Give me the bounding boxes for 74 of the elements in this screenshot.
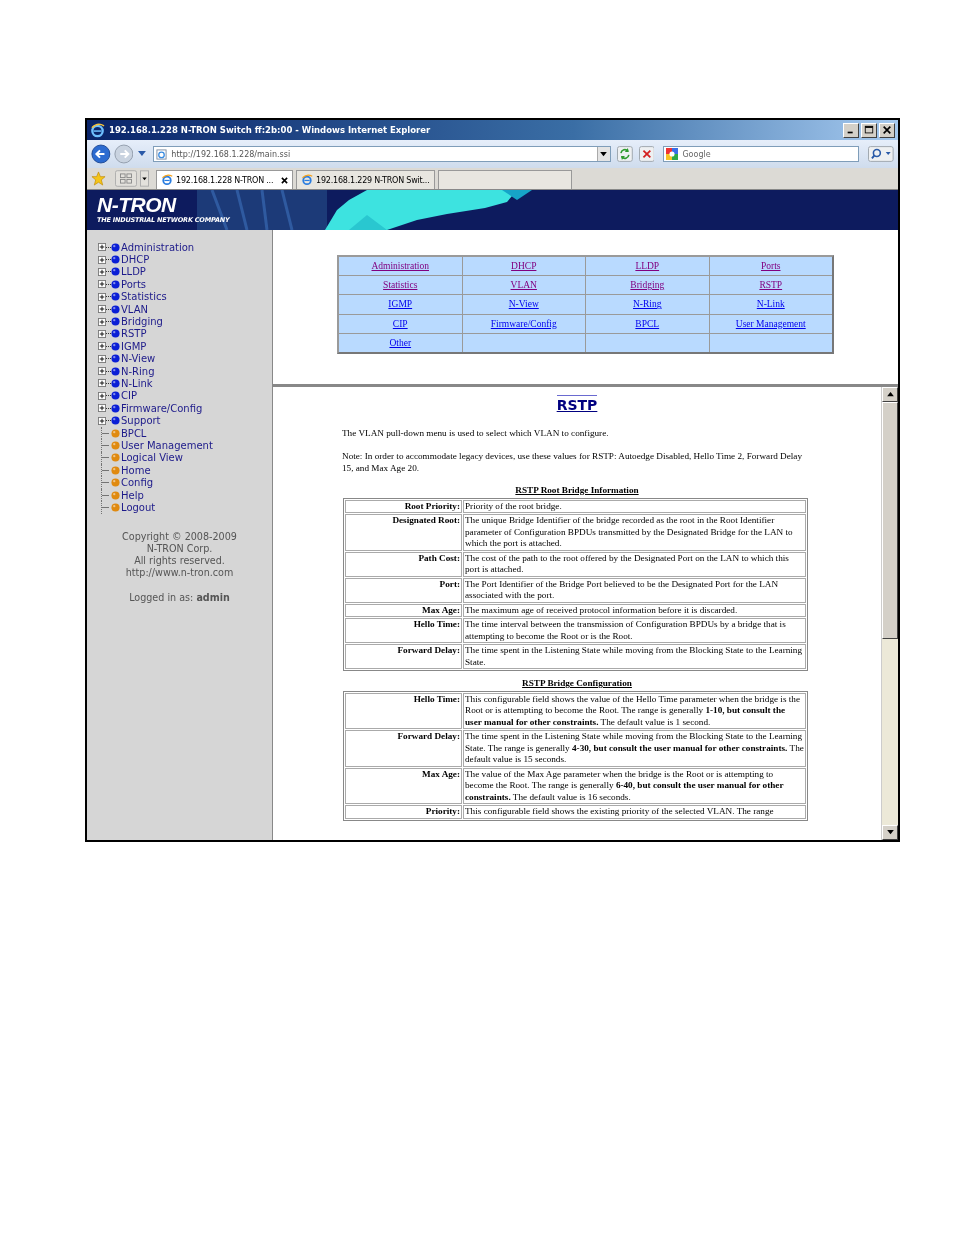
sidebar-link[interactable]: LLDP bbox=[121, 266, 146, 278]
field-label: Forward Delay: bbox=[345, 730, 462, 767]
nav-link[interactable]: N-Ring bbox=[633, 299, 662, 310]
sidebar-link[interactable]: RSTP bbox=[121, 328, 147, 340]
copyright-text: All rights reserved. bbox=[134, 555, 225, 568]
field-description: This configurable field shows the value of the Hello Time parameter when the bridge is the Root or is attempting to become the Root. The range is generally 1-10, but consult the user manual for other constraints. The default value is 1 second. bbox=[463, 692, 806, 729]
intro-text: The VLAN pull-down menu is used to select which VLAN to configure. bbox=[342, 427, 610, 439]
sidebar-link[interactable]: VLAN bbox=[121, 303, 148, 315]
sidebar-link[interactable]: User Management bbox=[121, 439, 213, 451]
table-title: RSTP Bridge Configuration bbox=[522, 678, 632, 688]
sidebar-link[interactable]: Ports bbox=[121, 278, 147, 290]
field-label: Hello Time: bbox=[345, 618, 462, 643]
sidebar-link[interactable]: BPCL bbox=[121, 427, 147, 439]
search-field[interactable]: Google bbox=[663, 146, 860, 162]
note-text: Note: In order to accommodate legacy devices, use these values for RSTP: Autoedge Disabled, Hello Time 2, Forward Delay 15, and Max Age 20. bbox=[342, 451, 804, 474]
nav-link[interactable]: BPCL bbox=[635, 318, 660, 329]
nav-link[interactable]: Ports bbox=[760, 261, 781, 272]
field-label: Priority: bbox=[345, 805, 462, 819]
sidebar-link[interactable]: N-Ring bbox=[121, 365, 155, 377]
browser-tab[interactable]: 192.168.1.228 N-TRON ... bbox=[156, 170, 293, 189]
nav-link[interactable]: N-View bbox=[508, 299, 539, 310]
nav-link[interactable]: RSTP bbox=[759, 280, 783, 291]
field-description: The maximum age of received protocol information before it is discarded. bbox=[463, 603, 806, 617]
copyright-text: Copyright © 2008-2009 bbox=[122, 530, 237, 543]
field-description: The time spent in the Listening State while moving from the Blocking State to the Learning State. bbox=[463, 644, 806, 669]
sidebar-link[interactable]: Home bbox=[121, 464, 151, 476]
sidebar-link[interactable]: Statistics bbox=[121, 291, 167, 303]
field-description: The value of the Max Age parameter when the bridge is the Root or is attempting to become the Root. The range is generally 6-40, but consult the user manual for other constraints. The default value is 16 seconds. bbox=[463, 767, 806, 804]
sidebar-link[interactable]: Logical View bbox=[121, 452, 183, 464]
nav-link[interactable]: CIP bbox=[392, 318, 408, 329]
sidebar-link[interactable]: IGMP bbox=[121, 340, 147, 352]
field-description: This configurable field shows the existing priority of the selected VLAN. The range bbox=[463, 805, 806, 819]
nav-link[interactable]: VLAN bbox=[510, 280, 537, 291]
nav-link[interactable]: Other bbox=[389, 337, 412, 348]
login-status: Logged in as: admin bbox=[129, 591, 230, 605]
field-label: Max Age: bbox=[345, 603, 462, 617]
field-label: Port: bbox=[345, 577, 462, 603]
browser-tab[interactable]: 192.168.1.229 N-TRON Swit... bbox=[296, 170, 435, 189]
nav-link[interactable]: N-Link bbox=[756, 299, 785, 310]
page-heading: RSTP bbox=[556, 395, 598, 413]
field-label: Path Cost: bbox=[345, 551, 462, 577]
copyright-text: N-TRON Corp. bbox=[146, 542, 213, 556]
field-description: Priority of the root bridge. bbox=[463, 499, 806, 513]
field-description: The cost of the path to the root offered by the Designated Port on the LAN to which this port is attached. bbox=[463, 551, 806, 577]
sidebar-link[interactable]: N-View bbox=[121, 353, 156, 365]
field-label: Hello Time: bbox=[345, 692, 462, 729]
sidebar-link[interactable]: Bridging bbox=[121, 316, 163, 328]
sidebar-link[interactable]: CIP bbox=[121, 390, 137, 402]
field-description: The unique Bridge Identifier of the bridge recorded as the root in the Root Identifier parameter of Configuration BPDUs transmitted by the Designated Bridge for the LAN to which the port is attached. bbox=[463, 514, 806, 551]
field-label: Root Priority: bbox=[345, 499, 462, 513]
nav-link[interactable]: Statistics bbox=[383, 280, 418, 291]
sidebar-link[interactable]: DHCP bbox=[121, 254, 150, 266]
field-label: Designated Root: bbox=[345, 514, 462, 551]
sidebar-link[interactable]: Help bbox=[121, 489, 144, 501]
sidebar-link[interactable]: N-Link bbox=[121, 378, 153, 389]
copyright-text: http://www.n-tron.com bbox=[125, 567, 234, 580]
field-label: Forward Delay: bbox=[345, 644, 462, 669]
nav-link[interactable]: Bridging bbox=[630, 280, 665, 291]
window-title: 192.168.1.228 N-TRON Switch ff:2b:00 - Windows Internet Explorer bbox=[109, 125, 432, 135]
sidebar-link[interactable]: Support bbox=[121, 415, 161, 427]
nav-link[interactable]: DHCP bbox=[511, 261, 537, 272]
field-description: The time spent in the Listening State while moving from the Blocking State to the Learning State. The range is generally 4-30, but consult the user manual for other constraints. The default value is 15 seconds. bbox=[463, 730, 806, 767]
sidebar-link[interactable]: Config bbox=[121, 477, 154, 489]
sidebar-link[interactable]: Administration bbox=[121, 241, 195, 253]
field-label: Max Age: bbox=[345, 767, 462, 804]
address-field[interactable]: http://192.168.1.228/main.ssi bbox=[153, 146, 611, 162]
sidebar-link[interactable]: Firmware/Config bbox=[121, 402, 203, 414]
nav-link[interactable]: LLDP bbox=[635, 261, 660, 272]
logo: N-TRON bbox=[97, 194, 178, 216]
nav-link[interactable]: IGMP bbox=[388, 299, 413, 310]
sidebar-link[interactable]: Logout bbox=[121, 501, 156, 513]
field-description: The Port Identifier of the Bridge Port believed to be the Designated Port for the LAN associated with the port. bbox=[463, 577, 806, 603]
table-title: RSTP Root Bridge Information bbox=[515, 485, 639, 495]
field-description: The time interval between the transmission of Configuration BPDUs by a bridge that is attempting to become the Root or is the Root. bbox=[463, 618, 806, 643]
